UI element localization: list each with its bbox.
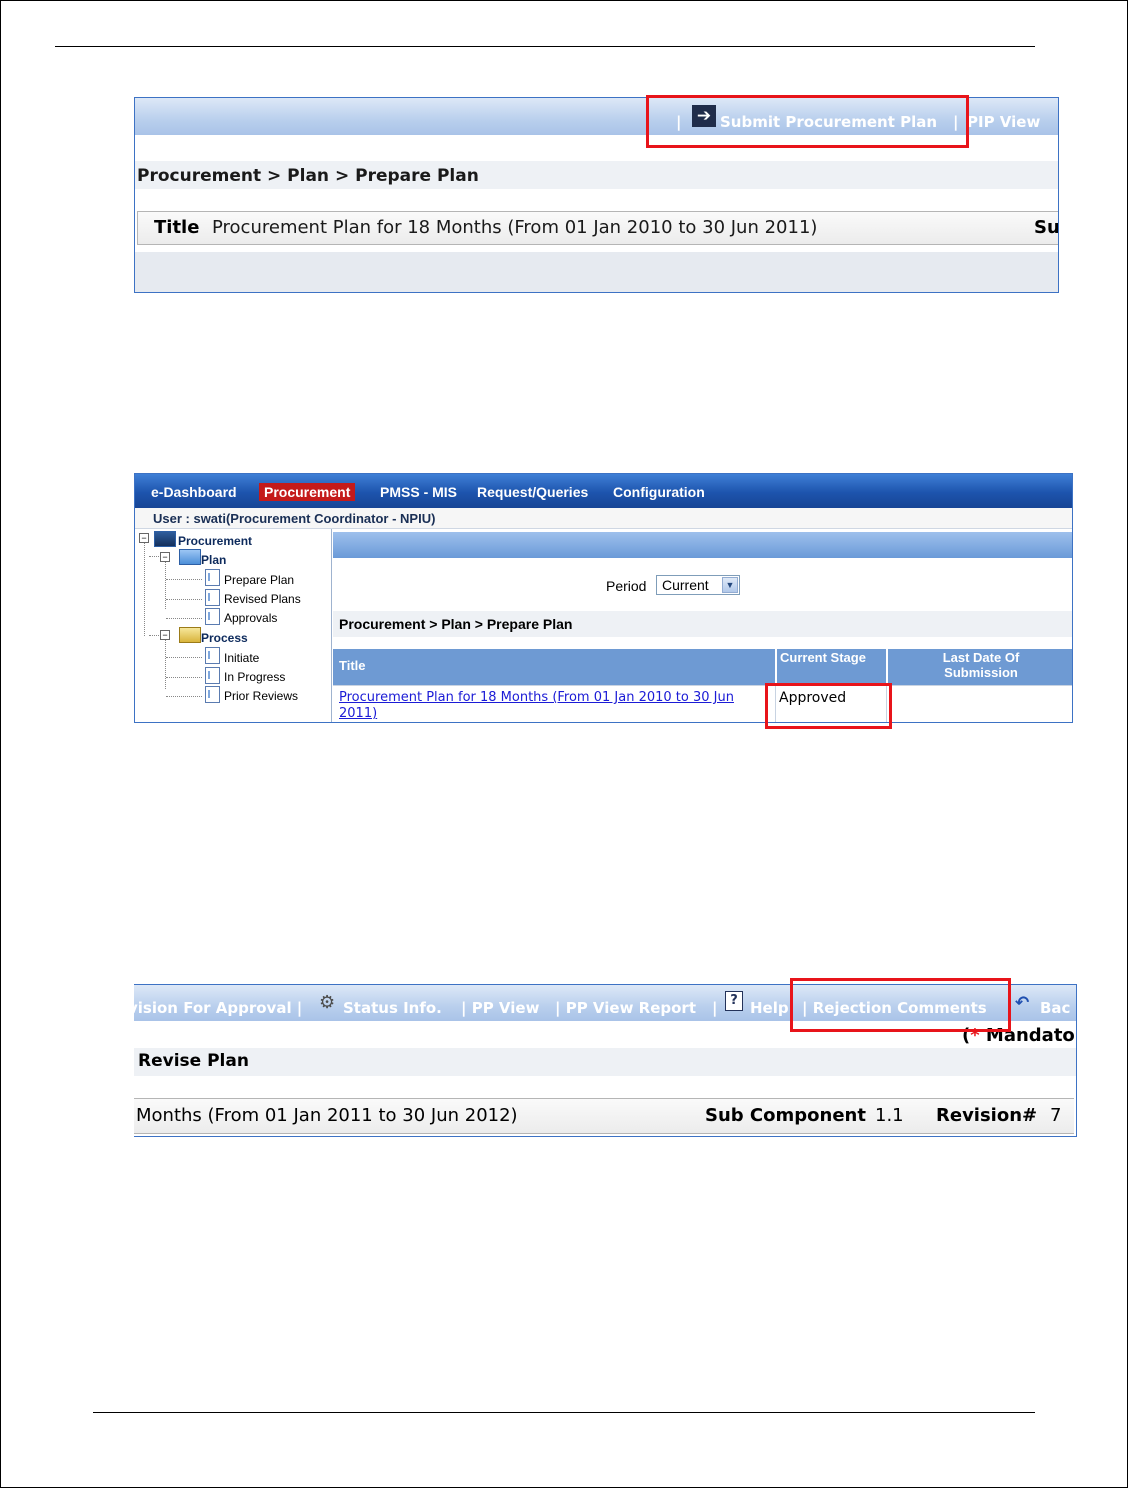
collapse-icon[interactable]: − — [139, 533, 149, 543]
sub-component-label: Su — [1034, 217, 1059, 238]
chevron-down-icon[interactable]: ▼ — [722, 577, 738, 593]
nav-request-queries[interactable]: Request/Queries — [477, 484, 588, 500]
column-header-last-date: Last Date Of Submission — [887, 649, 1072, 685]
breadcrumb-band — [134, 1048, 1076, 1076]
column-header-title: Title — [333, 649, 775, 685]
tree-approvals[interactable]: Approvals — [224, 611, 277, 625]
plan-title-link[interactable]: Procurement Plan for 18 Months (From 01 … — [339, 690, 769, 722]
content-header — [333, 532, 1072, 558]
submit-revision-button[interactable]: vision For Approval | — [134, 999, 302, 1017]
toolbar-separator: | — [712, 999, 718, 1017]
plan-title-value: Months (From 01 Jan 2011 to 30 Jun 2012) — [136, 1105, 518, 1126]
tree-procurement[interactable]: Procurement — [178, 534, 252, 548]
pp-view-report-button[interactable]: | PP View Report — [555, 999, 696, 1017]
column-header-current-stage: Current Stage — [776, 649, 886, 685]
title-label: Title — [154, 217, 200, 238]
period-value: Current — [662, 577, 709, 593]
nav-pmss-mis[interactable]: PMSS - MIS — [380, 484, 457, 500]
back-button[interactable]: Bac — [1040, 999, 1070, 1017]
page-icon — [205, 608, 220, 625]
collapse-icon[interactable]: − — [160, 630, 170, 640]
help-button[interactable]: Help — [750, 999, 789, 1017]
highlight-box — [790, 978, 1011, 1032]
nav-e-dashboard[interactable]: e-Dashboard — [151, 484, 237, 500]
table-row: Procurement Plan for 18 Months (From 01 … — [333, 685, 1072, 722]
breadcrumb: Procurement > Plan > Prepare Plan — [339, 616, 573, 632]
sub-component-label: Sub Component — [705, 1105, 866, 1126]
user-info: User : swati(Procurement Coordinator - N… — [153, 511, 436, 526]
content-panel: Period Current ▼ Procurement > Plan > Pr… — [333, 529, 1072, 722]
footer-rule — [93, 1412, 1035, 1413]
nav-configuration[interactable]: Configuration — [613, 484, 705, 500]
tree-revised-plans[interactable]: Revised Plans — [224, 592, 301, 606]
procurement-globe-icon — [154, 531, 176, 547]
revision-label: Revision# — [936, 1105, 1038, 1126]
plan-info-row: Months (From 01 Jan 2011 to 30 Jun 2012)… — [134, 1098, 1074, 1134]
screenshot-prepare-plan: e-Dashboard Procurement PMSS - MIS Reque… — [134, 473, 1073, 723]
breadcrumb: Procurement > Plan > Prepare Plan — [137, 166, 479, 186]
header-rule — [55, 46, 1035, 47]
page-icon — [205, 686, 220, 703]
highlight-box — [646, 95, 969, 148]
title-row: Title Procurement Plan for 18 Months (Fr… — [137, 211, 1059, 245]
gear-icon: ⚙ — [319, 992, 336, 1013]
navigation-tree: − Procurement − Plan Prepare Plan Revise… — [135, 529, 332, 722]
title-value: Procurement Plan for 18 Months (From 01 … — [212, 217, 818, 238]
tree-in-progress[interactable]: In Progress — [224, 670, 285, 684]
user-bar: User : swati(Procurement Coordinator - N… — [135, 508, 1072, 529]
status-info-button[interactable]: Status Info. — [343, 999, 442, 1017]
nav-procurement[interactable]: Procurement — [259, 483, 356, 501]
page-icon — [205, 647, 220, 664]
period-label: Period — [606, 578, 647, 594]
sub-component-value: 1.1 — [875, 1105, 904, 1126]
pp-view-button[interactable]: | PP View — [461, 999, 539, 1017]
tree-process[interactable]: Process — [201, 631, 248, 645]
tree-prepare-plan[interactable]: Prepare Plan — [224, 573, 294, 587]
period-select[interactable]: Current ▼ — [656, 575, 740, 595]
breadcrumb: Revise Plan — [138, 1051, 249, 1071]
collapse-icon[interactable]: − — [160, 552, 170, 562]
page-icon — [205, 667, 220, 684]
plan-folder-icon — [179, 549, 201, 565]
help-icon[interactable]: ? — [725, 991, 743, 1011]
pip-view-button[interactable]: PIP View — [967, 113, 1040, 131]
revision-value: 7 — [1050, 1105, 1062, 1126]
main-nav: e-Dashboard Procurement PMSS - MIS Reque… — [135, 474, 1072, 508]
page-icon — [205, 569, 220, 586]
tree-plan[interactable]: Plan — [201, 553, 226, 567]
tree-prior-reviews[interactable]: Prior Reviews — [224, 689, 298, 703]
footer-band — [135, 252, 1058, 292]
back-arrow-icon[interactable]: ↶ — [1015, 993, 1029, 1013]
page-icon — [205, 589, 220, 606]
highlight-box — [765, 683, 892, 729]
tree-initiate[interactable]: Initiate — [224, 651, 259, 665]
process-folder-icon — [179, 627, 201, 643]
